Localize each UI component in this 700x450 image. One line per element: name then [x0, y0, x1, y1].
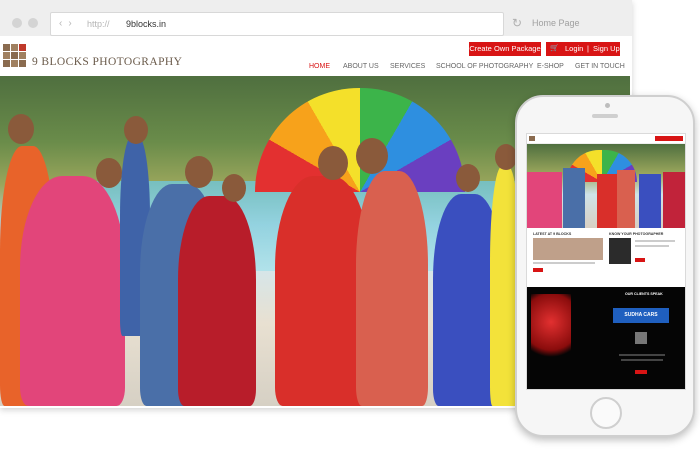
mobile-bride: [597, 174, 617, 228]
mobile-login-button[interactable]: [655, 136, 683, 141]
guest-head: [8, 114, 34, 144]
mobile-guest: [663, 172, 685, 228]
guest-head: [185, 156, 213, 188]
mobile-groom: [617, 170, 635, 228]
guest-head: [495, 144, 517, 170]
mobile-client-avatar: [635, 332, 647, 344]
login-link[interactable]: Login: [565, 42, 583, 56]
window-dot[interactable]: [28, 18, 38, 28]
mobile-logo-icon[interactable]: [529, 136, 535, 141]
mobile-screen: LATEST AT 9 BLOCKS KNOW YOUR PHOTOGRAPHE…: [526, 133, 686, 390]
bride-head: [318, 146, 348, 180]
mobile-phone-frame: LATEST AT 9 BLOCKS KNOW YOUR PHOTOGRAPHE…: [515, 95, 695, 437]
menu-item-services[interactable]: SERVICES: [390, 63, 425, 70]
shopping-cart-icon[interactable]: 🛒: [550, 42, 559, 56]
guest-head: [96, 158, 122, 188]
menu-item-school[interactable]: SCHOOL OF PHOTOGRAPHY: [436, 63, 533, 70]
groom-figure: [356, 171, 428, 406]
menu-item-home[interactable]: HOME: [309, 63, 330, 70]
mobile-hero-photo: [527, 144, 685, 228]
url-text[interactable]: 9blocks.in: [126, 19, 166, 29]
mobile-clients-heading: OUR CLIENTS SPEAK: [625, 292, 663, 296]
mobile-red-figure: [531, 294, 571, 364]
mobile-header: [527, 134, 685, 144]
groom-head: [356, 138, 388, 174]
mobile-photographer-heading: KNOW YOUR PHOTOGRAPHER: [609, 232, 664, 236]
mobile-photographer-image[interactable]: [609, 238, 631, 264]
guest-figure: [178, 196, 256, 406]
mobile-text-line: [621, 359, 663, 361]
mobile-read-more-button[interactable]: [533, 268, 543, 272]
guest-figure: [20, 176, 125, 406]
signup-link[interactable]: Sign Up: [593, 42, 620, 56]
home-button[interactable]: [590, 397, 622, 429]
mobile-text-line: [533, 262, 595, 264]
reload-icon[interactable]: ↻: [512, 16, 522, 30]
client-logo[interactable]: SUDHA CARS: [613, 308, 669, 323]
mobile-text-line: [635, 245, 669, 247]
speaker-grille: [592, 114, 618, 118]
menu-item-eshop[interactable]: E-SHOP: [537, 63, 564, 70]
mobile-text-line: [635, 240, 675, 242]
mobile-read-more-button[interactable]: [635, 370, 647, 374]
menu-item-about[interactable]: ABOUT US: [343, 63, 379, 70]
mobile-guest: [563, 168, 585, 228]
create-package-button[interactable]: Create Own Package: [469, 42, 541, 56]
guest-head: [222, 174, 246, 202]
browser-toolbar: ‹› http:// 9blocks.in ↻ Home Page: [0, 0, 632, 37]
guest-head: [456, 164, 480, 192]
home-page-label[interactable]: Home Page: [532, 18, 580, 28]
mobile-read-more-button[interactable]: [635, 258, 645, 262]
menu-item-contact[interactable]: GET IN TOUCH: [575, 63, 625, 70]
guest-head: [124, 116, 148, 144]
nav-arrows-icon[interactable]: ‹›: [59, 18, 78, 29]
mobile-guest: [639, 174, 661, 228]
main-menu: HOME ABOUT US SERVICES SCHOOL OF PHOTOGR…: [0, 61, 632, 75]
mobile-guest: [527, 172, 562, 228]
mobile-text-line: [619, 354, 665, 356]
window-dot[interactable]: [12, 18, 22, 28]
camera-icon: [605, 103, 610, 108]
login-signup-bar: 🛒 Login | Sign Up: [546, 42, 620, 56]
url-protocol: http://: [87, 19, 110, 29]
mobile-latest-heading: LATEST AT 9 BLOCKS: [533, 232, 572, 236]
login-separator: |: [587, 44, 589, 53]
mobile-latest-image[interactable]: [533, 238, 603, 260]
address-bar[interactable]: ‹› http:// 9blocks.in: [50, 12, 504, 36]
